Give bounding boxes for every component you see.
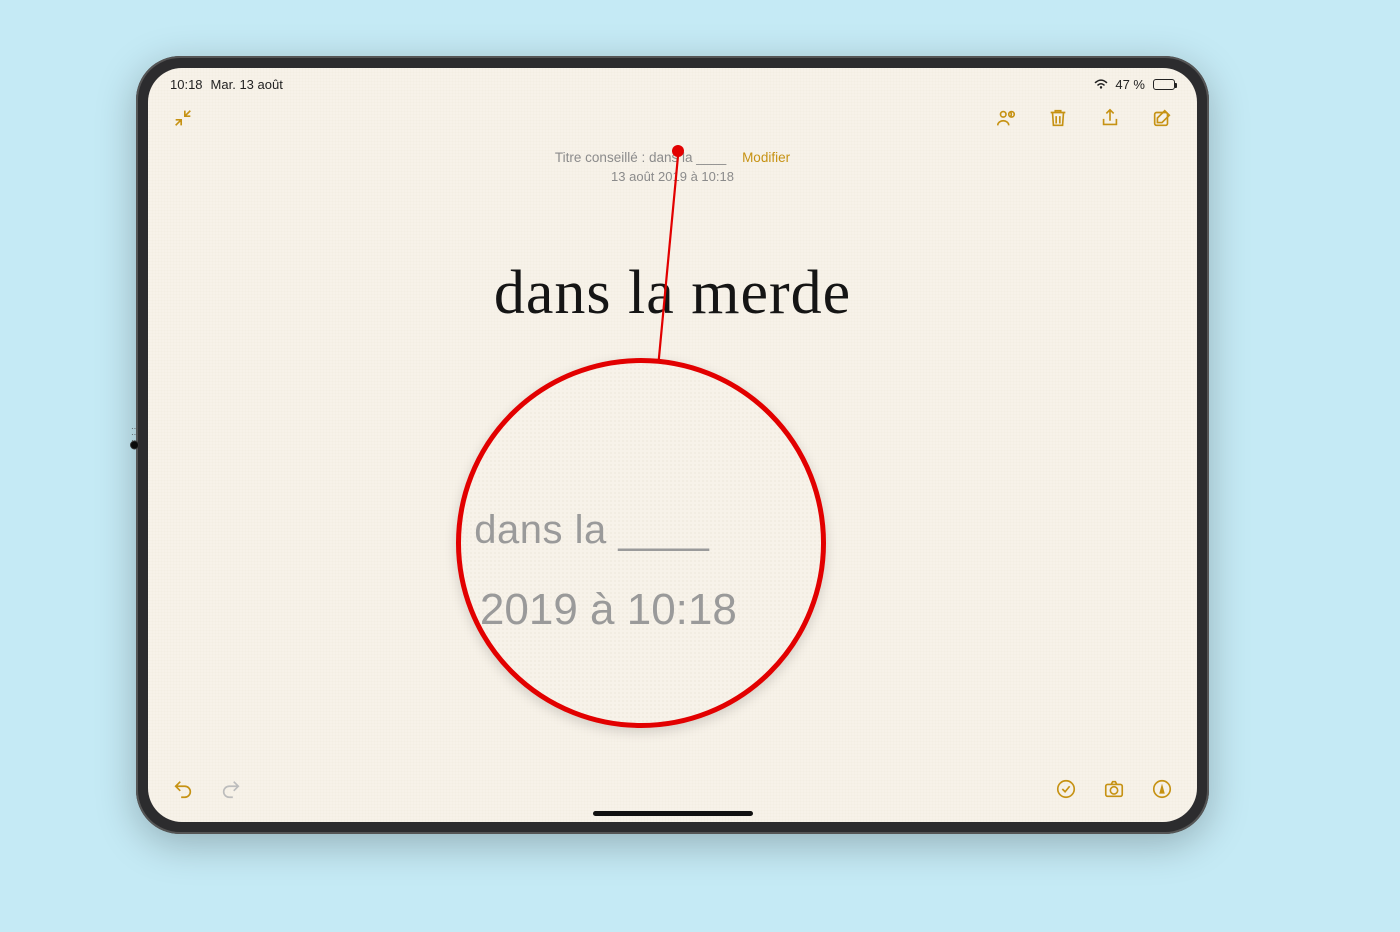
markup-icon[interactable] — [1149, 776, 1175, 802]
collapse-icon[interactable] — [170, 105, 196, 131]
magnified-line-1: : dans la ____ — [456, 508, 821, 553]
handwritten-text: dans la merde — [148, 258, 1197, 329]
battery-icon — [1153, 79, 1175, 90]
suggested-title-label: Titre conseillé : — [555, 150, 645, 165]
status-time: 10:18 — [170, 77, 203, 92]
compose-icon[interactable] — [1149, 105, 1175, 131]
collaborate-icon[interactable] — [993, 105, 1019, 131]
undo-icon[interactable] — [170, 776, 196, 802]
wifi-icon — [1093, 77, 1109, 92]
status-date: Mar. 13 août — [211, 77, 283, 92]
checklist-icon[interactable] — [1053, 776, 1079, 802]
magnified-line-2: ût 2019 à 10:18 — [456, 585, 826, 635]
share-icon[interactable] — [1097, 105, 1123, 131]
suggested-title-value: dans la ____ — [649, 150, 726, 165]
magnifier-overlay: : dans la ____ ût 2019 à 10:18 — [456, 358, 826, 728]
top-toolbar — [148, 96, 1197, 140]
battery-percent: 47 % — [1115, 77, 1145, 92]
edit-title-button[interactable]: Modifier — [742, 150, 790, 165]
ipad-device-frame: ······ 10:18 Mar. 13 août 47 % — [136, 56, 1209, 834]
trash-icon[interactable] — [1045, 105, 1071, 131]
redo-icon — [218, 776, 244, 802]
annotation-dot — [672, 145, 684, 157]
screen: 10:18 Mar. 13 août 47 % — [148, 68, 1197, 822]
status-bar: 10:18 Mar. 13 août 47 % — [148, 68, 1197, 96]
note-date: 13 août 2019 à 10:18 — [148, 169, 1197, 184]
camera-icon[interactable] — [1101, 776, 1127, 802]
home-indicator[interactable] — [593, 811, 753, 816]
speaker-dots: ······ — [131, 426, 136, 444]
